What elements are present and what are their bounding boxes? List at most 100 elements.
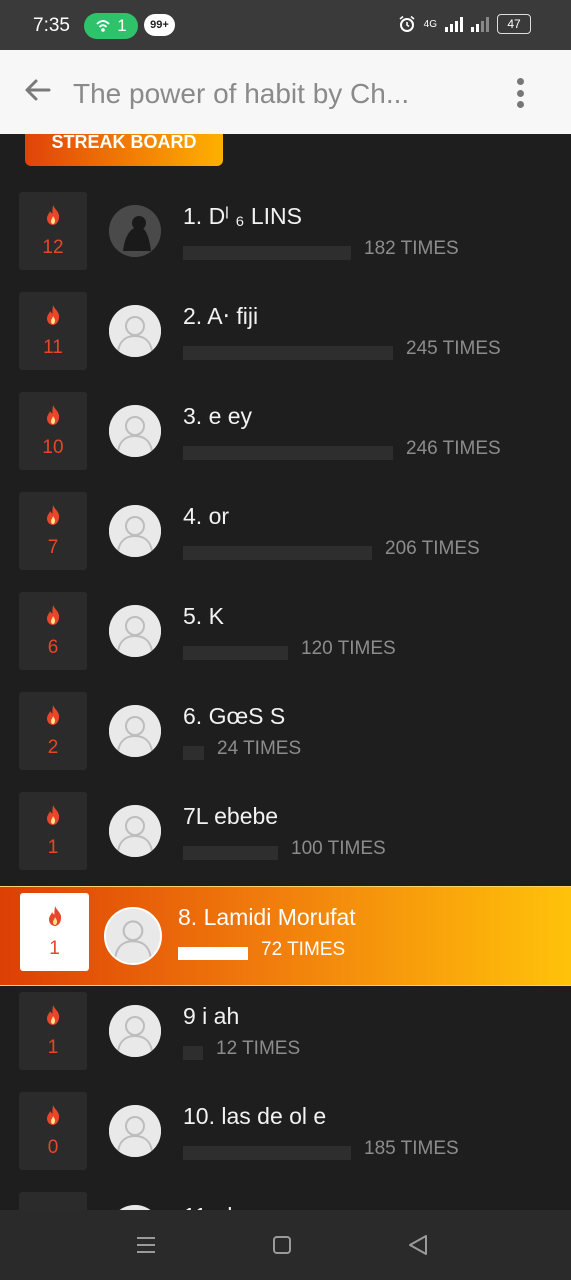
streak-badge: 1 xyxy=(19,992,87,1070)
status-time: 7:35 xyxy=(33,15,70,36)
leaderboard-row[interactable]: 11. de na xyxy=(0,1186,571,1210)
user-name: 5. K xyxy=(183,603,224,629)
status-right: 4G 47 xyxy=(398,14,531,34)
back-button[interactable] xyxy=(22,74,54,106)
streak-badge: 0 xyxy=(19,1092,87,1170)
recent-apps-button[interactable] xyxy=(131,1230,161,1260)
times-count: 246 TIMES xyxy=(406,438,501,459)
leaderboard-row[interactable]: 12 1. Dˡ ₆ LINS 182 TIMES xyxy=(0,186,571,286)
times-count: 100 TIMES xyxy=(291,838,386,859)
user-name: 9 i ah xyxy=(183,1003,240,1029)
streak-board-button[interactable]: STREAK BOARD xyxy=(25,134,223,166)
streak-badge: 11 xyxy=(19,292,87,370)
streak-badge: 10 xyxy=(19,392,87,470)
more-options-button[interactable] xyxy=(511,78,529,108)
progress-bar xyxy=(183,246,351,260)
times-count: 185 TIMES xyxy=(364,1138,459,1159)
progress-bar xyxy=(183,1146,351,1160)
times-count: 120 TIMES xyxy=(301,638,396,659)
flame-icon xyxy=(43,304,63,331)
home-button[interactable] xyxy=(267,1230,297,1260)
network-type: 4G xyxy=(423,18,437,30)
times-count: 182 TIMES xyxy=(364,238,459,259)
progress-bar xyxy=(183,646,288,660)
more-vertical-icon xyxy=(516,78,524,85)
progress-bar xyxy=(178,947,248,960)
streak-count: 2 xyxy=(47,736,59,758)
user-name: 3. e ey xyxy=(183,403,253,429)
battery-icon: 47 xyxy=(497,14,531,34)
user-name: 6. GœS S xyxy=(183,703,286,729)
leaderboard-row[interactable]: 1 7L ebebe 100 TIMES xyxy=(0,786,571,886)
page-title: The power of habit by Ch... xyxy=(73,78,410,109)
flame-icon xyxy=(43,204,63,231)
streak-count: 10 xyxy=(42,436,64,458)
leaderboard-row[interactable]: 7 4. or 206 TIMES xyxy=(0,486,571,586)
progress-bar xyxy=(183,846,278,860)
back-nav-button[interactable] xyxy=(403,1230,433,1260)
streak-count: 12 xyxy=(42,236,64,258)
progress-bar xyxy=(183,1046,203,1060)
flame-icon xyxy=(43,704,63,731)
user-name: 7L ebebe xyxy=(183,803,279,829)
hotspot-indicator: 1 xyxy=(84,13,138,39)
leaderboard-row[interactable]: 1 9 i ah 12 TIMES xyxy=(0,986,571,1086)
streak-count: 1 xyxy=(47,836,59,858)
flame-icon xyxy=(43,804,63,831)
flame-icon xyxy=(43,604,63,631)
leaderboard-row[interactable]: 11 2. A‧ fiji 245 TIMES xyxy=(0,286,571,386)
battery-level: 47 xyxy=(507,17,521,31)
streak-badge: 1 xyxy=(20,893,89,971)
user-avatar-icon xyxy=(109,805,161,857)
streak-badge xyxy=(19,1192,87,1210)
user-name: 2. A‧ fiji xyxy=(183,303,259,329)
status-bar: 7:35 1 99+ 4G 47 xyxy=(0,0,571,50)
user-avatar-icon xyxy=(109,705,161,757)
notification-badge: 99+ xyxy=(144,14,175,36)
streak-count: 0 xyxy=(47,1136,59,1158)
alarm-icon xyxy=(399,15,415,32)
hotspot-count: 1 xyxy=(117,16,127,35)
leaderboard-row[interactable]: 6 5. K 120 TIMES xyxy=(0,586,571,686)
signal-strength-icon xyxy=(445,16,463,32)
user-avatar-icon xyxy=(109,1105,161,1157)
user-avatar-icon xyxy=(109,205,161,257)
user-avatar-icon xyxy=(104,907,162,965)
progress-bar xyxy=(183,746,204,760)
system-nav-bar xyxy=(0,1210,571,1280)
progress-bar xyxy=(183,446,393,460)
streak-count: 7 xyxy=(47,536,59,558)
streak-badge: 12 xyxy=(19,192,87,270)
flame-icon xyxy=(43,404,63,431)
user-avatar-icon xyxy=(109,605,161,657)
streak-badge: 6 xyxy=(19,592,87,670)
user-name: 11. de na xyxy=(183,1203,277,1210)
signal-strength-2-icon xyxy=(471,16,489,32)
streak-count: 1 xyxy=(47,1036,59,1058)
user-name: 4. or xyxy=(183,503,230,529)
app-bar: The power of habit by Ch... xyxy=(0,50,571,134)
user-avatar-icon xyxy=(109,1005,161,1057)
flame-icon xyxy=(45,905,65,932)
times-count: 72 TIMES xyxy=(261,939,346,960)
flame-icon xyxy=(43,1104,63,1131)
leaderboard-panel: STREAK BOARD 12 1. Dˡ ₆ LINS 182 TIMES 11 2.… xyxy=(0,134,571,1210)
progress-bar xyxy=(183,346,393,360)
user-name: 1. Dˡ ₆ LINS xyxy=(183,203,302,229)
leaderboard-row[interactable]: 0 10. las de ol e 185 TIMES xyxy=(0,1086,571,1186)
flame-icon xyxy=(43,504,63,531)
progress-bar xyxy=(183,546,372,560)
leaderboard-row[interactable]: 1 8. Lamidi Morufat 72 TIMES xyxy=(0,886,571,986)
streak-count: 11 xyxy=(43,336,63,358)
streak-badge: 7 xyxy=(19,492,87,570)
arrow-left-icon xyxy=(25,79,51,101)
times-count: 24 TIMES xyxy=(217,738,302,759)
user-name: 8. Lamidi Morufat xyxy=(178,904,356,930)
leaderboard-row[interactable]: 10 3. e ey 246 TIMES xyxy=(0,386,571,486)
streak-count: 6 xyxy=(47,636,59,658)
wifi-hotspot-icon xyxy=(96,20,110,32)
user-avatar-icon xyxy=(109,305,161,357)
user-name: 10. las de ol e xyxy=(183,1103,327,1129)
square-home-icon xyxy=(273,1236,291,1254)
leaderboard-row[interactable]: 2 6. GœS S 24 TIMES xyxy=(0,686,571,786)
